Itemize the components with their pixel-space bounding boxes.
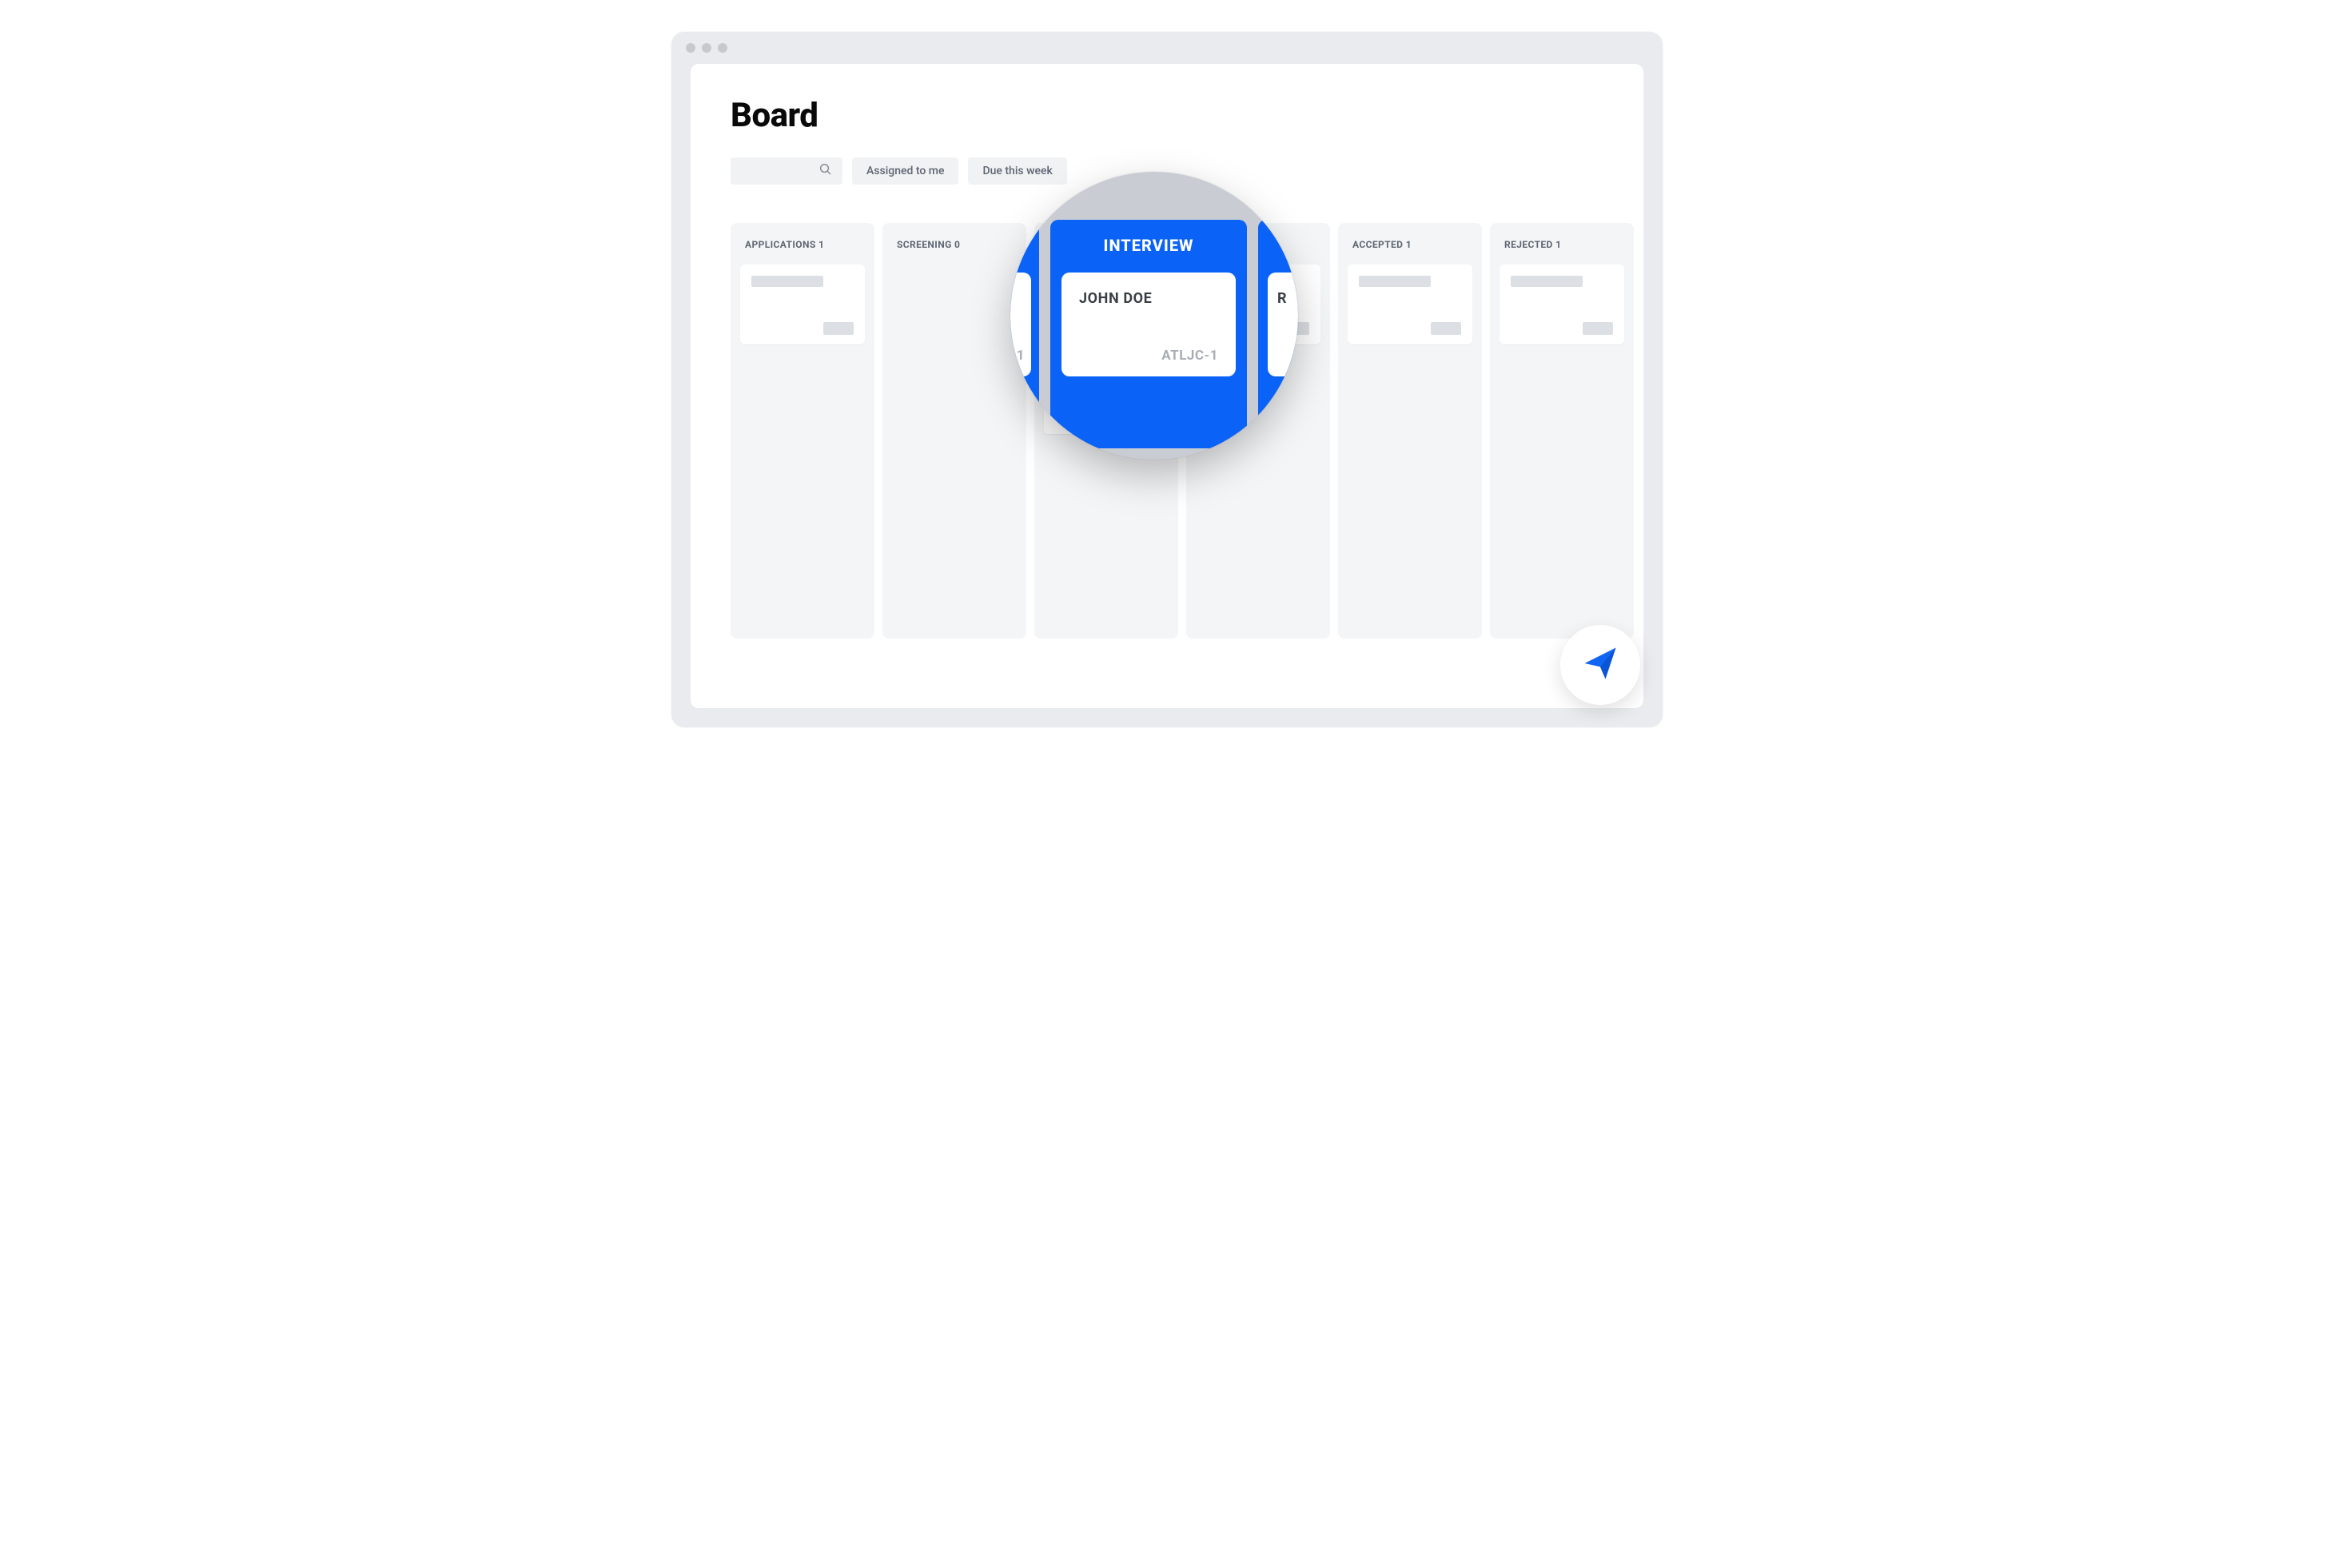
card-issue-id: ATLJC-1	[1161, 348, 1218, 364]
magnifier-col-left-fragment: . 1	[1010, 220, 1039, 448]
card-id-placeholder	[1583, 322, 1613, 335]
traffic-light-close-icon[interactable]	[686, 43, 695, 53]
column-header: REJECTED 1	[1500, 236, 1624, 265]
filter-assigned-to-me[interactable]: Assigned to me	[852, 157, 958, 185]
magnifier-card-left-fragment: 1	[1010, 273, 1031, 376]
card-title-placeholder	[751, 276, 823, 287]
card-id-placeholder	[1431, 322, 1461, 335]
column-rejected: REJECTED 1	[1490, 223, 1634, 639]
column-header: SCREENING 0	[892, 236, 1017, 265]
page-title: Board	[731, 96, 1603, 135]
magnifier-col-right-fragment: . R	[1258, 220, 1298, 448]
magnifier-lens: . 1 INTERVIEW JOHN DOE ATLJC-1 . R	[1010, 172, 1298, 460]
column-applications: APPLICATIONS 1	[731, 223, 874, 639]
card-title-placeholder	[1359, 276, 1431, 287]
magnifier-content: . 1 INTERVIEW JOHN DOE ATLJC-1 . R	[1010, 172, 1298, 460]
card-candidate-name: JOHN DOE	[1079, 290, 1220, 307]
search-icon	[818, 162, 833, 180]
column-header: APPLICATIONS 1	[740, 236, 865, 265]
browser-titlebar	[671, 32, 1663, 64]
app-surface: Board Assigned to me Due this week APPLI…	[691, 64, 1643, 708]
column-header: ACCEPTED 1	[1348, 236, 1472, 265]
column-accepted: ACCEPTED 1	[1338, 223, 1482, 639]
traffic-light-zoom-icon[interactable]	[718, 43, 727, 53]
magnifier-card[interactable]: JOHN DOE ATLJC-1	[1061, 273, 1236, 376]
card-name-fragment: R	[1277, 290, 1298, 307]
column-screening: SCREENING 0	[882, 223, 1026, 639]
kanban-card[interactable]	[1500, 265, 1624, 344]
search-input[interactable]	[731, 157, 842, 185]
magnifier-col-interview: INTERVIEW JOHN DOE ATLJC-1	[1050, 220, 1247, 448]
card-title-placeholder	[1511, 276, 1583, 287]
browser-frame: Board Assigned to me Due this week APPLI…	[671, 32, 1663, 727]
send-fab[interactable]	[1560, 625, 1640, 705]
kanban-card[interactable]	[740, 265, 865, 344]
traffic-light-minimize-icon[interactable]	[702, 43, 711, 53]
magnifier-column-title: INTERVIEW	[1061, 220, 1236, 273]
magnifier-card-right-fragment: R	[1268, 273, 1298, 376]
paper-plane-icon	[1579, 643, 1621, 687]
kanban-card[interactable]	[1348, 265, 1472, 344]
card-id-placeholder	[823, 322, 854, 335]
card-id-fragment: 1	[1017, 348, 1025, 364]
